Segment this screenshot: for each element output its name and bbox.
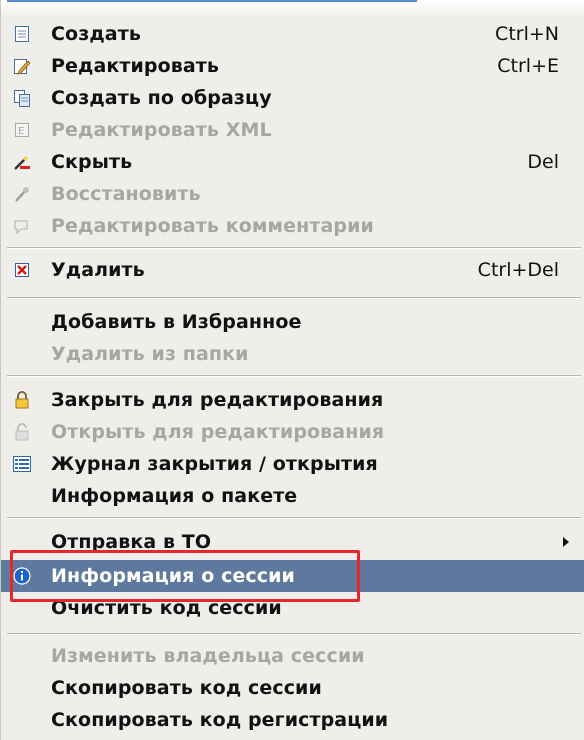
submenu-arrow-icon [563, 537, 569, 547]
menu-item-label: Удалить [51, 259, 145, 281]
menu-item-add-favorites[interactable]: Добавить в Избранное [1, 306, 584, 338]
menu-separator [7, 247, 581, 249]
menu-item-label: Редактировать комментарии [51, 215, 374, 237]
menu-item-label: Добавить в Избранное [51, 311, 302, 333]
menu-item-remove-from-folder[interactable]: Удалить из папки [1, 338, 584, 370]
xml-edit-icon: E [13, 121, 31, 139]
wand-hide-icon [13, 153, 31, 171]
menu-item-shortcut: Ctrl+E [497, 55, 559, 77]
menu-separator [7, 297, 581, 299]
menu-item-create-from-template[interactable]: Создать по образцу [1, 82, 584, 114]
menu-item-change-session-owner[interactable]: Изменить владельца сессии [1, 640, 584, 672]
menu-item-restore[interactable]: Восстановить [1, 178, 584, 210]
menu-item-shortcut: Ctrl+N [495, 23, 559, 45]
document-new-icon [13, 25, 31, 43]
menu-item-label: Удалить из папки [51, 343, 249, 365]
delete-icon [13, 261, 31, 279]
document-edit-icon [13, 57, 31, 75]
svg-text:E: E [18, 126, 24, 137]
restore-icon [13, 185, 31, 203]
lock-icon [13, 391, 31, 409]
menu-item-copy-session-code[interactable]: Скопировать код сессии [1, 672, 584, 704]
list-log-icon [13, 455, 31, 473]
menu-item-unlock-editing[interactable]: Открыть для редактирования [1, 416, 584, 448]
menu-item-edit[interactable]: Редактировать Ctrl+E [1, 50, 584, 82]
menu-separator [7, 375, 581, 377]
menu-separator [7, 517, 581, 519]
menu-item-label: Редактировать XML [51, 119, 272, 141]
context-menu: Создать Ctrl+N Редактировать Ctrl+E Созд… [0, 0, 584, 740]
menu-item-label: Создать по образцу [51, 87, 272, 109]
menu-item-label: Изменить владельца сессии [51, 645, 365, 667]
menu-item-label: Скрыть [51, 151, 133, 173]
menu-item-package-info[interactable]: Информация о пакете [1, 480, 584, 512]
unlock-icon [13, 423, 31, 441]
menu-item-copy-registration-code[interactable]: Скопировать код регистрации [1, 704, 584, 736]
menu-item-shortcut: Del [527, 151, 559, 173]
menu-separator [7, 633, 581, 635]
menu-top-edge [1, 0, 584, 18]
menu-item-label: Скопировать код регистрации [51, 709, 389, 731]
menu-item-label: Создать [51, 23, 141, 45]
menu-item-lock-editing[interactable]: Закрыть для редактирования [1, 384, 584, 416]
menu-item-lock-log[interactable]: Журнал закрытия / открытия [1, 448, 584, 480]
comment-edit-icon [13, 217, 31, 235]
menu-item-label: Открыть для редактирования [51, 421, 385, 443]
menu-item-label: Скопировать код сессии [51, 677, 322, 699]
menu-item-hide[interactable]: Скрыть Del [1, 146, 584, 178]
menu-item-create[interactable]: Создать Ctrl+N [1, 18, 584, 50]
menu-item-label: Редактировать [51, 55, 220, 77]
menu-accent-line [7, 0, 417, 2]
menu-item-edit-xml[interactable]: E Редактировать XML [1, 114, 584, 146]
copy-template-icon [13, 89, 31, 107]
menu-item-label: Журнал закрытия / открытия [51, 453, 378, 475]
menu-item-delete[interactable]: Удалить Ctrl+Del [1, 254, 584, 286]
menu-item-label: Информация о пакете [51, 485, 298, 507]
annotation-highlight-box [10, 550, 360, 602]
menu-item-edit-comments[interactable]: Редактировать комментарии [1, 210, 584, 242]
menu-item-label: Восстановить [51, 183, 201, 205]
menu-item-shortcut: Ctrl+Del [477, 259, 559, 281]
menu-item-label: Закрыть для редактирования [51, 389, 384, 411]
